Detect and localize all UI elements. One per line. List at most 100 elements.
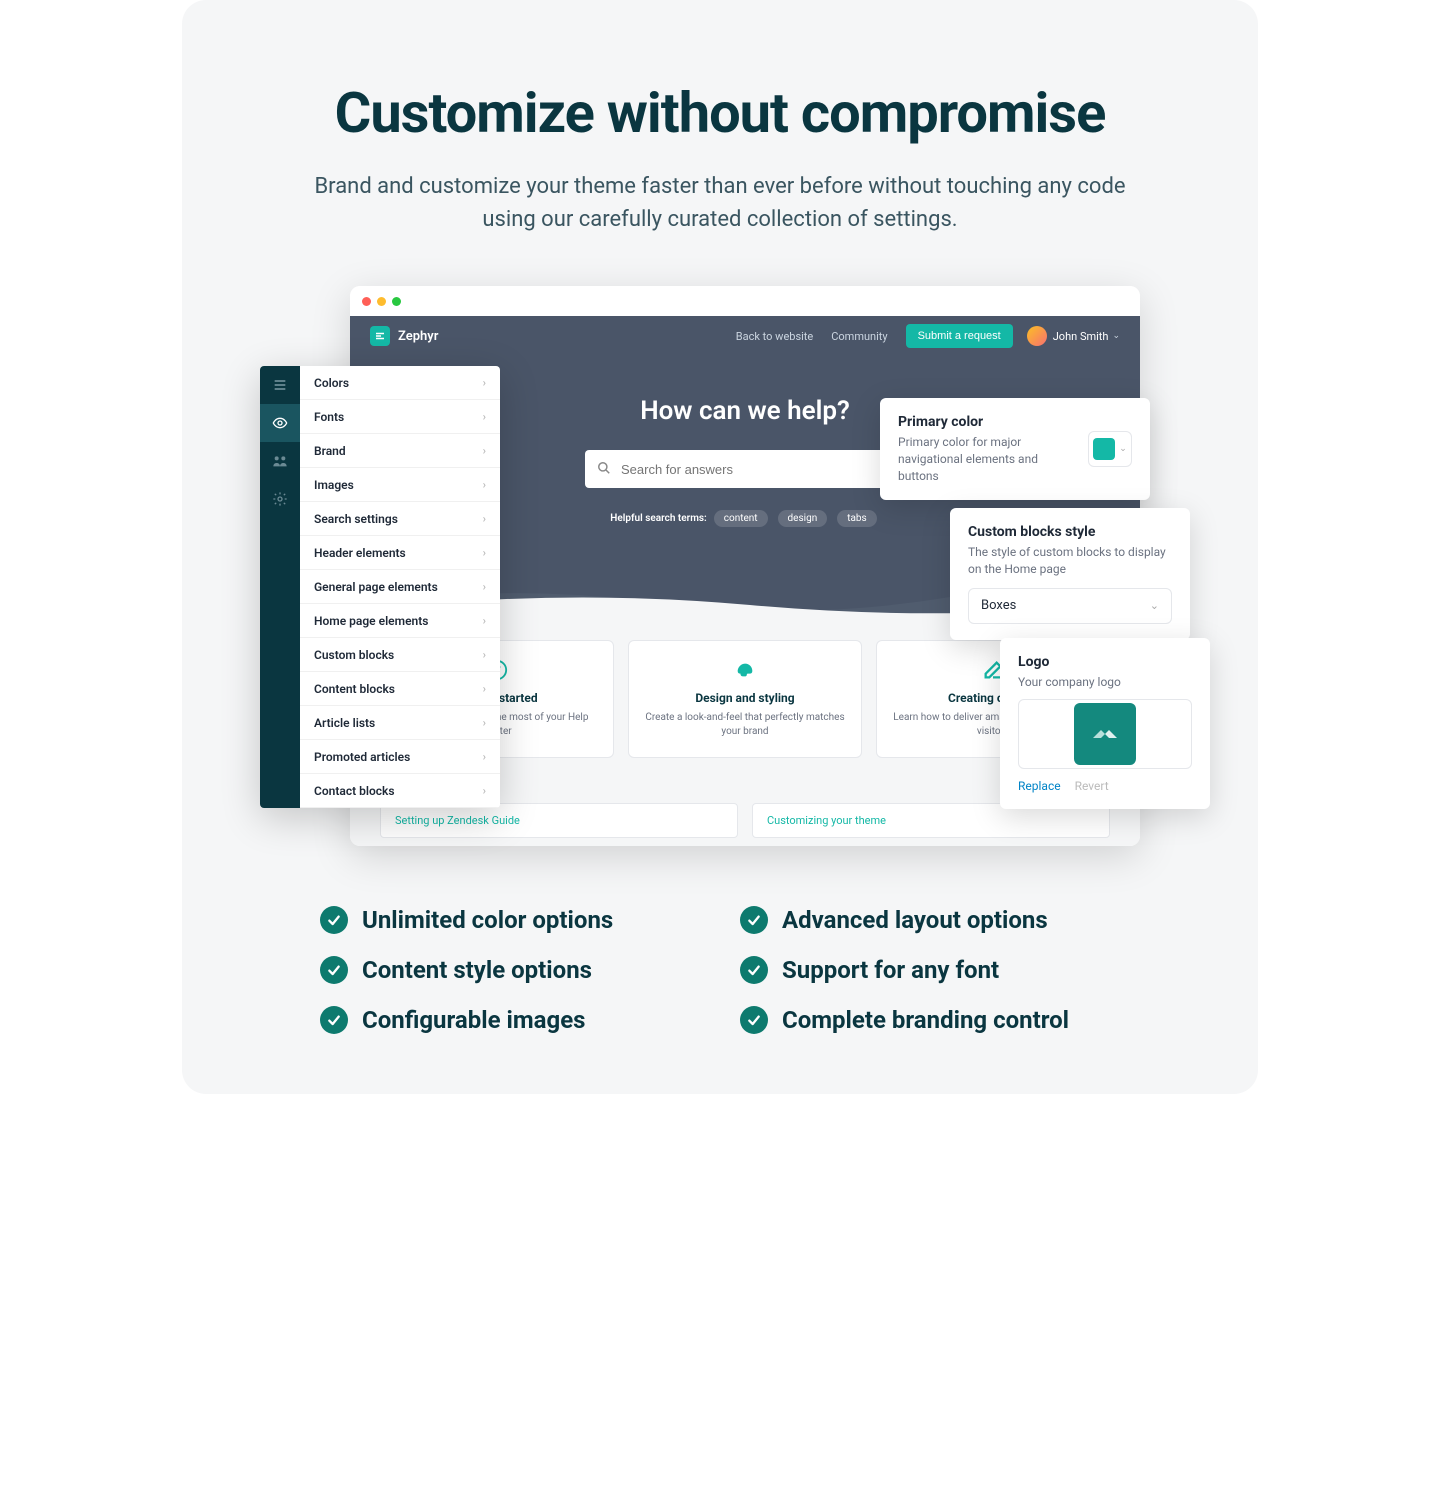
check-icon: [320, 1006, 348, 1034]
settings-item-search-settings[interactable]: Search settings›: [300, 502, 500, 536]
mockup-stage: Zephyr Back to website Community Submit …: [260, 286, 1180, 856]
term-pill[interactable]: content: [714, 510, 768, 527]
settings-item-label: Header elements: [314, 546, 406, 560]
popover-desc: Primary color for major navigational ele…: [898, 434, 1074, 484]
settings-item-images[interactable]: Images ›: [300, 468, 500, 502]
settings-item-fonts[interactable]: Fonts ›: [300, 400, 500, 434]
page-subtitle: Brand and customize your theme faster th…: [310, 170, 1130, 236]
popover-desc: Your company logo: [1018, 674, 1192, 691]
rail-settings-icon[interactable]: [260, 480, 300, 518]
rail-list-icon[interactable]: [260, 366, 300, 404]
avatar[interactable]: [1027, 326, 1047, 346]
settings-item-label: Images: [314, 478, 354, 492]
app-header: Zephyr Back to website Community Submit …: [350, 316, 1140, 356]
chevron-right-icon: ›: [483, 410, 486, 423]
settings-item-label: General page elements: [314, 580, 438, 594]
rail-users-icon[interactable]: [260, 442, 300, 480]
settings-sidebar: Colors›Fonts›Brand›Images›Search setting…: [260, 366, 500, 808]
check-icon: [320, 956, 348, 984]
feature-label: Complete branding control: [782, 1006, 1069, 1034]
search-input[interactable]: [585, 450, 905, 488]
icon-rail: [260, 366, 300, 808]
check-icon: [740, 1006, 768, 1034]
chevron-right-icon: ›: [483, 614, 486, 627]
feature-item: Support for any font: [740, 956, 1120, 984]
chevron-right-icon: ›: [483, 784, 486, 797]
submit-request-button[interactable]: Submit a request: [906, 324, 1013, 348]
features-grid: Unlimited color options Advanced layout o…: [320, 906, 1120, 1034]
feature-label: Configurable images: [362, 1006, 586, 1034]
minimize-icon[interactable]: [377, 297, 386, 306]
settings-item-colors[interactable]: Colors ›: [300, 366, 500, 400]
chevron-right-icon: ›: [483, 478, 486, 491]
custom-blocks-select[interactable]: Boxes ⌄: [968, 588, 1172, 624]
nav-back-to-website[interactable]: Back to website: [736, 330, 813, 343]
popover-title: Logo: [1018, 654, 1192, 670]
rail-preview-icon[interactable]: [260, 404, 300, 442]
check-icon: [740, 956, 768, 984]
popover-title: Primary color: [898, 414, 1074, 430]
chevron-right-icon: ›: [483, 648, 486, 661]
chevron-down-icon[interactable]: ⌄: [1112, 331, 1120, 341]
settings-item-article-lists[interactable]: Article lists›: [300, 706, 500, 740]
helpful-terms-label: Helpful search terms:: [610, 513, 706, 524]
settings-item-custom-blocks[interactable]: Custom blocks ›: [300, 638, 500, 672]
feature-label: Advanced layout options: [782, 906, 1048, 934]
settings-item-label: Brand: [314, 444, 346, 458]
color-swatch: [1093, 438, 1115, 460]
popover-primary-color: Primary color Primary color for major na…: [880, 398, 1150, 500]
chevron-right-icon: ›: [483, 580, 486, 593]
settings-item-label: Custom blocks: [314, 648, 394, 662]
feature-item: Complete branding control: [740, 1006, 1120, 1034]
settings-item-label: Fonts: [314, 410, 344, 424]
chevron-down-icon: ⌄: [1150, 599, 1159, 612]
page-title: Customize without compromise: [242, 80, 1198, 146]
term-pill[interactable]: design: [778, 510, 828, 527]
feature-label: Unlimited color options: [362, 906, 613, 934]
settings-item-contact-blocks[interactable]: Contact blocks ›: [300, 774, 500, 808]
settings-item-header-elements[interactable]: Header elements›: [300, 536, 500, 570]
check-icon: [320, 906, 348, 934]
card-design-styling[interactable]: Design and styling Create a look-and-fee…: [628, 640, 862, 758]
settings-item-home-page-elements[interactable]: Home page elements ›: [300, 604, 500, 638]
browser-chrome: [350, 286, 1140, 316]
color-picker[interactable]: ⌄: [1088, 431, 1132, 467]
maximize-icon[interactable]: [392, 297, 401, 306]
settings-item-label: Colors: [314, 376, 349, 390]
chevron-down-icon: ⌄: [1119, 444, 1127, 454]
term-pill[interactable]: tabs: [837, 510, 877, 527]
chevron-right-icon: ›: [483, 750, 486, 763]
promoted-row: Setting up Zendesk Guide Customizing you…: [350, 803, 1140, 846]
revert-link[interactable]: Revert: [1075, 779, 1109, 793]
popover-custom-blocks: Custom blocks style The style of custom …: [950, 508, 1190, 640]
logo-image-icon: [1074, 703, 1136, 765]
settings-item-general-page-elements[interactable]: General page elements ›: [300, 570, 500, 604]
popover-logo: Logo Your company logo Replace Revert: [1000, 638, 1210, 809]
nav-community[interactable]: Community: [831, 330, 887, 343]
user-name[interactable]: John Smith: [1053, 330, 1109, 343]
settings-item-label: Contact blocks: [314, 784, 395, 798]
feature-label: Content style options: [362, 956, 592, 984]
chevron-right-icon: ›: [483, 376, 486, 389]
settings-item-label: Article lists: [314, 716, 375, 730]
feature-item: Content style options: [320, 956, 700, 984]
settings-item-brand[interactable]: Brand›: [300, 434, 500, 468]
replace-link[interactable]: Replace: [1018, 779, 1061, 793]
settings-item-label: Home page elements: [314, 614, 428, 628]
settings-item-promoted-articles[interactable]: Promoted articles›: [300, 740, 500, 774]
promoted-article-link[interactable]: Setting up Zendesk Guide: [380, 803, 738, 838]
settings-item-content-blocks[interactable]: Content blocks›: [300, 672, 500, 706]
card-desc: Create a look-and-feel that perfectly ma…: [643, 711, 847, 739]
select-value: Boxes: [981, 598, 1016, 613]
feature-label: Support for any font: [782, 956, 999, 984]
check-icon: [740, 906, 768, 934]
palette-icon: [734, 659, 756, 681]
settings-item-label: Search settings: [314, 512, 398, 526]
brand-name: Zephyr: [398, 329, 438, 344]
settings-list: Colors›Fonts›Brand›Images›Search setting…: [300, 366, 500, 808]
close-icon[interactable]: [362, 297, 371, 306]
popover-title: Custom blocks style: [968, 524, 1172, 540]
feature-item: Advanced layout options: [740, 906, 1120, 934]
chevron-right-icon: ›: [483, 682, 486, 695]
logo-preview: [1018, 699, 1192, 769]
